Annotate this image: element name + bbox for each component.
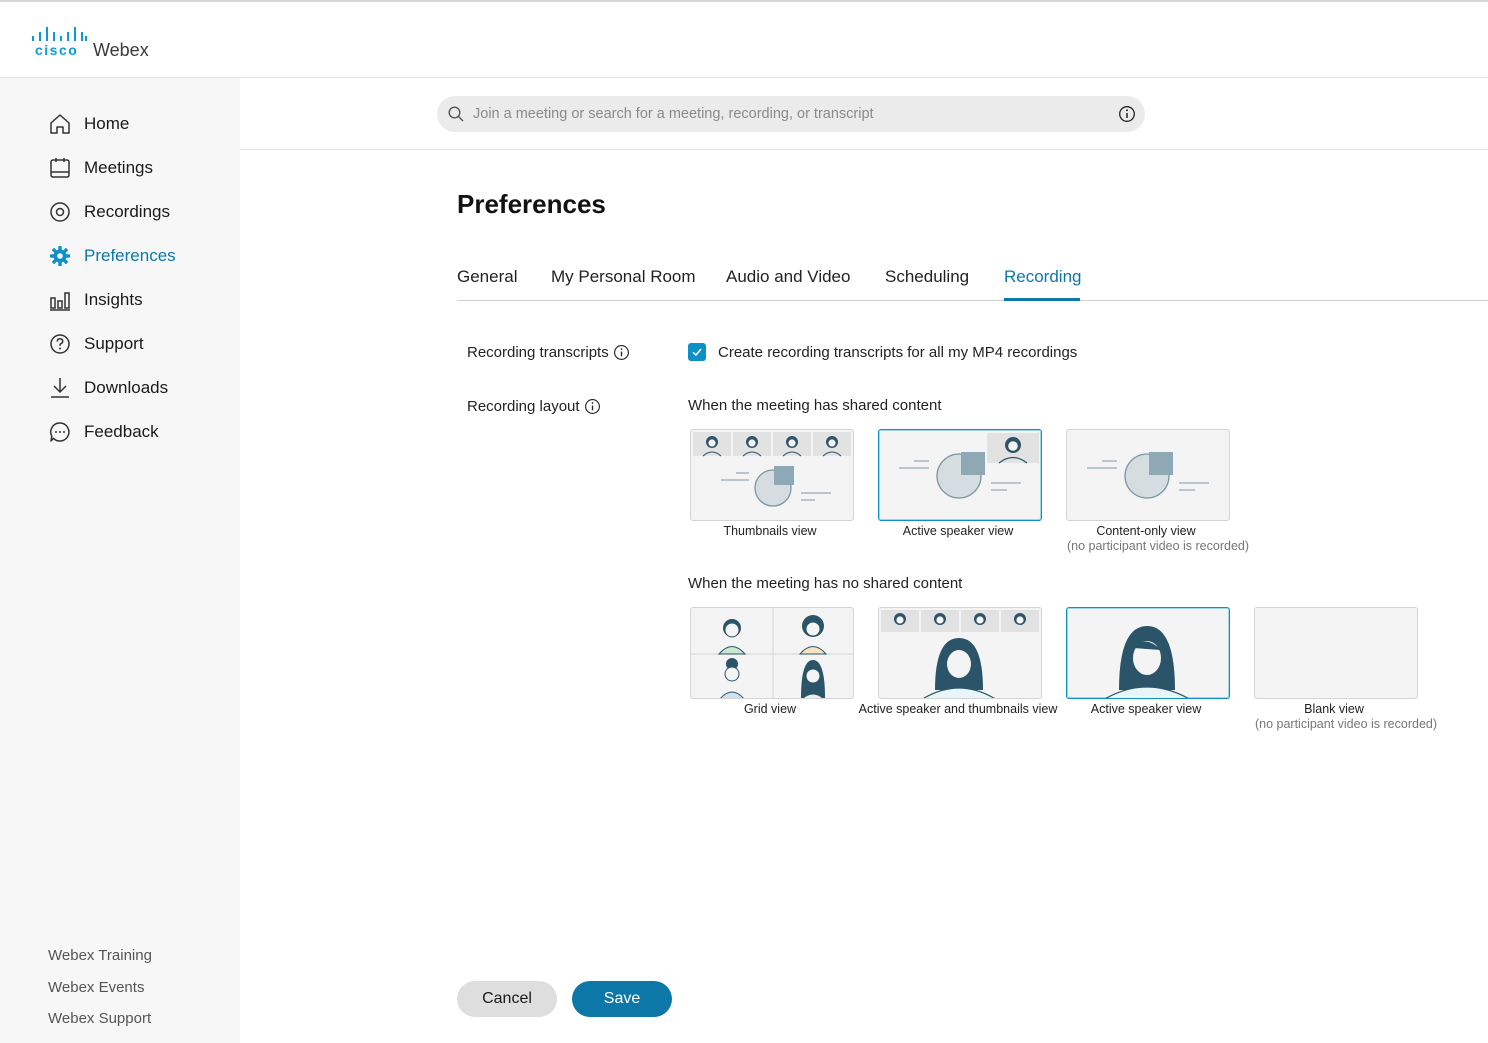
layout-option-active-speaker[interactable]	[1066, 607, 1230, 699]
layout-option-caption: Content-only view	[1096, 524, 1196, 538]
cisco-webex-logo[interactable]: cisco Webex	[31, 26, 171, 60]
shared-content-title: When the meeting has shared content	[688, 397, 942, 414]
info-icon[interactable]	[613, 344, 630, 361]
webex-training-link[interactable]: Webex Training	[48, 947, 152, 964]
recording-layout-label: Recording layout	[467, 398, 601, 415]
search-header	[240, 78, 1488, 150]
grid-view-illustration	[691, 608, 853, 698]
tab-audio-and-video[interactable]: Audio and Video	[726, 267, 850, 287]
sidebar-item-home[interactable]: Home	[48, 109, 228, 139]
content-only-view-illustration	[1087, 452, 1209, 499]
layout-option-subcaption: (no participant video is recorded)	[1254, 717, 1438, 731]
sidebar-item-recordings[interactable]: Recordings	[48, 197, 228, 227]
info-icon[interactable]	[584, 398, 601, 415]
layout-option-active-speaker-thumbnails[interactable]	[878, 607, 1042, 699]
sidebar-item-feedback[interactable]: Feedback	[48, 417, 228, 447]
layout-option-caption: Active speaker and thumbnails view	[858, 702, 1058, 716]
tab-scheduling[interactable]: Scheduling	[885, 267, 969, 287]
insights-icon	[48, 288, 72, 312]
active-speaker-illustration	[1105, 626, 1189, 698]
sidebar-item-label: Meetings	[84, 158, 153, 177]
recordings-icon	[48, 200, 72, 224]
recording-layout-text: Recording layout	[467, 398, 580, 415]
no-shared-content-title: When the meeting has no shared content	[688, 575, 963, 592]
layout-option-caption: Active speaker view	[902, 524, 1014, 538]
layout-option-caption: Blank view	[1304, 702, 1364, 716]
sidebar-item-support[interactable]: Support	[48, 329, 228, 359]
download-icon	[48, 376, 72, 400]
tab-recording[interactable]: Recording	[1004, 267, 1082, 287]
cancel-button[interactable]: Cancel	[457, 981, 557, 1017]
sidebar-item-label: Support	[84, 334, 144, 353]
tab-general[interactable]: General	[457, 267, 517, 287]
feedback-icon	[48, 420, 72, 444]
sidebar-item-meetings[interactable]: Meetings	[48, 153, 228, 183]
layout-option-subcaption: (no participant video is recorded)	[1066, 539, 1250, 553]
layout-option-caption: Thumbnails view	[723, 524, 817, 538]
layout-option-grid[interactable]	[690, 607, 854, 699]
webex-support-link[interactable]: Webex Support	[48, 1010, 151, 1027]
search-bar	[437, 96, 1145, 132]
layout-option-caption: Active speaker view	[1090, 702, 1202, 716]
sidebar-item-label: Insights	[84, 290, 143, 309]
cisco-logo-icon: cisco	[32, 27, 87, 58]
sidebar-item-label: Preferences	[84, 246, 176, 265]
transcripts-checkbox-label[interactable]: Create recording transcripts for all my …	[718, 344, 1077, 361]
webex-events-link[interactable]: Webex Events	[48, 979, 144, 996]
search-input[interactable]	[473, 96, 1103, 132]
sidebar-item-downloads[interactable]: Downloads	[48, 373, 228, 403]
sidebar-item-label: Recordings	[84, 202, 170, 221]
recording-transcripts-text: Recording transcripts	[467, 344, 609, 361]
help-icon	[48, 332, 72, 356]
home-icon	[48, 112, 72, 136]
cisco-wordmark: cisco	[35, 42, 78, 58]
info-icon[interactable]	[1118, 105, 1136, 123]
brand-header: cisco Webex	[0, 2, 1488, 78]
sidebar: Home Meetings Recordings Preferences Ins…	[0, 78, 240, 1043]
active-speaker-view-illustration	[899, 433, 1039, 499]
product-name: Webex	[93, 40, 149, 60]
layout-option-active-speaker-shared[interactable]	[878, 429, 1042, 521]
save-button[interactable]: Save	[572, 981, 672, 1017]
layout-option-blank[interactable]	[1254, 607, 1418, 699]
layout-option-caption: Grid view	[743, 702, 797, 716]
thumbnails-view-illustration	[693, 432, 851, 507]
checkmark-icon	[692, 348, 702, 357]
sidebar-item-label: Feedback	[84, 422, 159, 441]
meetings-icon	[48, 156, 72, 180]
preferences-tabs: General My Personal Room Audio and Video…	[457, 260, 1488, 301]
gear-icon	[48, 244, 72, 268]
sidebar-item-preferences[interactable]: Preferences	[48, 241, 228, 271]
page-title: Preferences	[457, 189, 606, 219]
recording-transcripts-label: Recording transcripts	[467, 344, 630, 361]
search-icon	[448, 106, 464, 122]
layout-option-content-only[interactable]	[1066, 429, 1230, 521]
active-tab-indicator	[1004, 298, 1080, 301]
tab-my-personal-room[interactable]: My Personal Room	[551, 267, 696, 287]
sidebar-item-label: Home	[84, 114, 130, 133]
sidebar-item-insights[interactable]: Insights	[48, 285, 228, 315]
sidebar-item-label: Downloads	[84, 378, 169, 397]
layout-option-thumbnails[interactable]	[690, 429, 854, 521]
transcripts-checkbox[interactable]	[688, 343, 706, 361]
active-speaker-thumbnails-illustration	[881, 610, 1039, 698]
